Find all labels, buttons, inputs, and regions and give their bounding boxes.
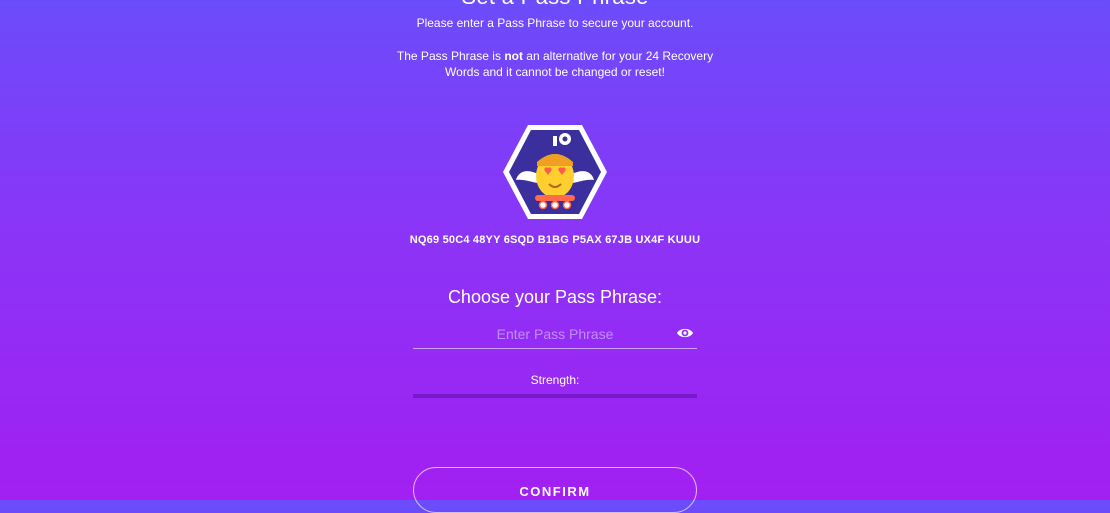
warning-prefix: The Pass Phrase is (396, 49, 505, 63)
eye-icon[interactable] (676, 326, 694, 340)
confirm-button[interactable]: CONFIRM (413, 467, 697, 513)
robot-identicon-icon (503, 125, 607, 219)
warning-text: The Pass Phrase is not an alternative fo… (385, 48, 725, 80)
passphrase-field (413, 320, 697, 349)
passphrase-label: Choose your Pass Phrase: (447, 287, 663, 307)
strength-meter (413, 394, 697, 398)
page-title: Set a Pass Phrase (0, 0, 1110, 10)
passphrase-input[interactable] (413, 320, 697, 348)
account-address: NQ69 50C4 48YY 6SQD B1BG P5AX 67JB UX4F … (409, 234, 701, 246)
strength-label: Strength: (530, 373, 580, 387)
page-subtitle: Please enter a Pass Phrase to secure you… (416, 16, 694, 30)
warning-emphasis: not (504, 49, 523, 63)
